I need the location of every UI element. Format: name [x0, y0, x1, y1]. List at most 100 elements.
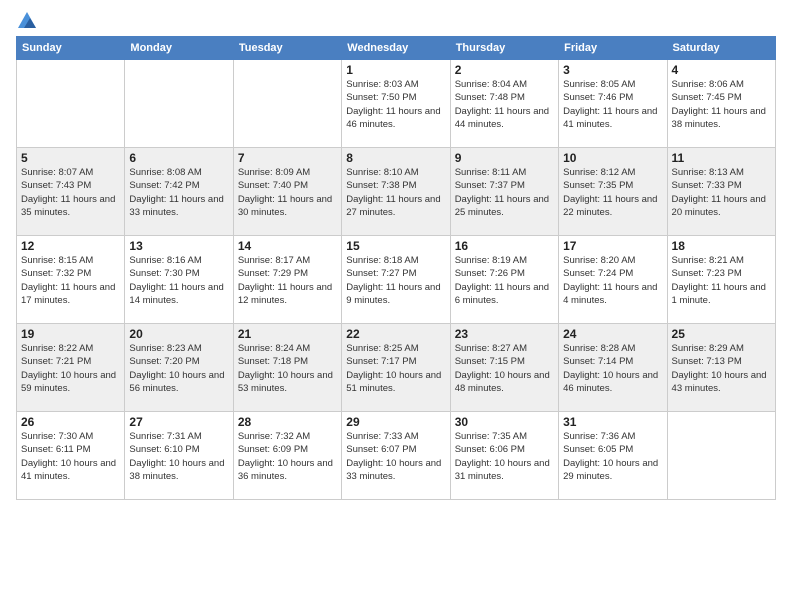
calendar-cell: 4Sunrise: 8:06 AM Sunset: 7:45 PM Daylig…: [667, 60, 775, 148]
day-number: 2: [455, 63, 554, 77]
day-number: 22: [346, 327, 445, 341]
day-number: 29: [346, 415, 445, 429]
day-number: 18: [672, 239, 771, 253]
logo-icon: [16, 10, 38, 32]
calendar-cell: 7Sunrise: 8:09 AM Sunset: 7:40 PM Daylig…: [233, 148, 341, 236]
day-number: 16: [455, 239, 554, 253]
calendar-week-1: 1Sunrise: 8:03 AM Sunset: 7:50 PM Daylig…: [17, 60, 776, 148]
calendar-cell: 2Sunrise: 8:04 AM Sunset: 7:48 PM Daylig…: [450, 60, 558, 148]
day-info: Sunrise: 7:33 AM Sunset: 6:07 PM Dayligh…: [346, 430, 445, 483]
calendar-cell: 12Sunrise: 8:15 AM Sunset: 7:32 PM Dayli…: [17, 236, 125, 324]
weekday-header-monday: Monday: [125, 37, 233, 60]
weekday-header-saturday: Saturday: [667, 37, 775, 60]
logo: [16, 10, 40, 32]
day-info: Sunrise: 8:09 AM Sunset: 7:40 PM Dayligh…: [238, 166, 337, 219]
calendar-cell: 29Sunrise: 7:33 AM Sunset: 6:07 PM Dayli…: [342, 412, 450, 500]
calendar-cell: 1Sunrise: 8:03 AM Sunset: 7:50 PM Daylig…: [342, 60, 450, 148]
day-info: Sunrise: 8:12 AM Sunset: 7:35 PM Dayligh…: [563, 166, 662, 219]
day-info: Sunrise: 7:32 AM Sunset: 6:09 PM Dayligh…: [238, 430, 337, 483]
weekday-header-tuesday: Tuesday: [233, 37, 341, 60]
calendar-cell: 25Sunrise: 8:29 AM Sunset: 7:13 PM Dayli…: [667, 324, 775, 412]
calendar-cell: 13Sunrise: 8:16 AM Sunset: 7:30 PM Dayli…: [125, 236, 233, 324]
day-number: 13: [129, 239, 228, 253]
calendar-cell: [233, 60, 341, 148]
calendar-cell: 30Sunrise: 7:35 AM Sunset: 6:06 PM Dayli…: [450, 412, 558, 500]
day-number: 23: [455, 327, 554, 341]
calendar-cell: 26Sunrise: 7:30 AM Sunset: 6:11 PM Dayli…: [17, 412, 125, 500]
day-info: Sunrise: 7:30 AM Sunset: 6:11 PM Dayligh…: [21, 430, 120, 483]
day-info: Sunrise: 8:22 AM Sunset: 7:21 PM Dayligh…: [21, 342, 120, 395]
day-info: Sunrise: 8:29 AM Sunset: 7:13 PM Dayligh…: [672, 342, 771, 395]
day-info: Sunrise: 8:10 AM Sunset: 7:38 PM Dayligh…: [346, 166, 445, 219]
day-info: Sunrise: 8:27 AM Sunset: 7:15 PM Dayligh…: [455, 342, 554, 395]
day-number: 4: [672, 63, 771, 77]
calendar-cell: 20Sunrise: 8:23 AM Sunset: 7:20 PM Dayli…: [125, 324, 233, 412]
day-number: 7: [238, 151, 337, 165]
calendar-cell: 27Sunrise: 7:31 AM Sunset: 6:10 PM Dayli…: [125, 412, 233, 500]
calendar-cell: 21Sunrise: 8:24 AM Sunset: 7:18 PM Dayli…: [233, 324, 341, 412]
calendar-cell: 5Sunrise: 8:07 AM Sunset: 7:43 PM Daylig…: [17, 148, 125, 236]
day-info: Sunrise: 8:21 AM Sunset: 7:23 PM Dayligh…: [672, 254, 771, 307]
day-number: 25: [672, 327, 771, 341]
calendar-cell: 18Sunrise: 8:21 AM Sunset: 7:23 PM Dayli…: [667, 236, 775, 324]
day-info: Sunrise: 8:18 AM Sunset: 7:27 PM Dayligh…: [346, 254, 445, 307]
day-number: 9: [455, 151, 554, 165]
day-number: 15: [346, 239, 445, 253]
day-info: Sunrise: 7:35 AM Sunset: 6:06 PM Dayligh…: [455, 430, 554, 483]
header: [16, 10, 776, 32]
day-number: 19: [21, 327, 120, 341]
calendar-cell: 6Sunrise: 8:08 AM Sunset: 7:42 PM Daylig…: [125, 148, 233, 236]
calendar-cell: 15Sunrise: 8:18 AM Sunset: 7:27 PM Dayli…: [342, 236, 450, 324]
day-info: Sunrise: 8:20 AM Sunset: 7:24 PM Dayligh…: [563, 254, 662, 307]
weekday-header-sunday: Sunday: [17, 37, 125, 60]
day-number: 20: [129, 327, 228, 341]
day-info: Sunrise: 8:15 AM Sunset: 7:32 PM Dayligh…: [21, 254, 120, 307]
calendar-cell: 14Sunrise: 8:17 AM Sunset: 7:29 PM Dayli…: [233, 236, 341, 324]
day-info: Sunrise: 8:11 AM Sunset: 7:37 PM Dayligh…: [455, 166, 554, 219]
day-info: Sunrise: 8:03 AM Sunset: 7:50 PM Dayligh…: [346, 78, 445, 131]
day-number: 21: [238, 327, 337, 341]
calendar-cell: 10Sunrise: 8:12 AM Sunset: 7:35 PM Dayli…: [559, 148, 667, 236]
calendar-cell: 23Sunrise: 8:27 AM Sunset: 7:15 PM Dayli…: [450, 324, 558, 412]
calendar-cell: 19Sunrise: 8:22 AM Sunset: 7:21 PM Dayli…: [17, 324, 125, 412]
day-info: Sunrise: 8:06 AM Sunset: 7:45 PM Dayligh…: [672, 78, 771, 131]
day-info: Sunrise: 8:23 AM Sunset: 7:20 PM Dayligh…: [129, 342, 228, 395]
day-number: 27: [129, 415, 228, 429]
day-info: Sunrise: 8:17 AM Sunset: 7:29 PM Dayligh…: [238, 254, 337, 307]
day-number: 5: [21, 151, 120, 165]
page: SundayMondayTuesdayWednesdayThursdayFrid…: [0, 0, 792, 612]
calendar-cell: 8Sunrise: 8:10 AM Sunset: 7:38 PM Daylig…: [342, 148, 450, 236]
day-number: 26: [21, 415, 120, 429]
day-number: 6: [129, 151, 228, 165]
day-number: 1: [346, 63, 445, 77]
day-info: Sunrise: 8:16 AM Sunset: 7:30 PM Dayligh…: [129, 254, 228, 307]
weekday-header-wednesday: Wednesday: [342, 37, 450, 60]
calendar-week-3: 12Sunrise: 8:15 AM Sunset: 7:32 PM Dayli…: [17, 236, 776, 324]
day-info: Sunrise: 8:13 AM Sunset: 7:33 PM Dayligh…: [672, 166, 771, 219]
day-number: 24: [563, 327, 662, 341]
calendar-cell: 11Sunrise: 8:13 AM Sunset: 7:33 PM Dayli…: [667, 148, 775, 236]
day-info: Sunrise: 8:05 AM Sunset: 7:46 PM Dayligh…: [563, 78, 662, 131]
weekday-header-row: SundayMondayTuesdayWednesdayThursdayFrid…: [17, 37, 776, 60]
weekday-header-thursday: Thursday: [450, 37, 558, 60]
calendar-cell: 9Sunrise: 8:11 AM Sunset: 7:37 PM Daylig…: [450, 148, 558, 236]
day-info: Sunrise: 8:24 AM Sunset: 7:18 PM Dayligh…: [238, 342, 337, 395]
calendar-cell: [667, 412, 775, 500]
calendar-cell: 22Sunrise: 8:25 AM Sunset: 7:17 PM Dayli…: [342, 324, 450, 412]
calendar-week-5: 26Sunrise: 7:30 AM Sunset: 6:11 PM Dayli…: [17, 412, 776, 500]
day-info: Sunrise: 7:31 AM Sunset: 6:10 PM Dayligh…: [129, 430, 228, 483]
day-number: 17: [563, 239, 662, 253]
day-number: 12: [21, 239, 120, 253]
day-number: 8: [346, 151, 445, 165]
day-number: 14: [238, 239, 337, 253]
calendar-cell: 3Sunrise: 8:05 AM Sunset: 7:46 PM Daylig…: [559, 60, 667, 148]
calendar-cell: 17Sunrise: 8:20 AM Sunset: 7:24 PM Dayli…: [559, 236, 667, 324]
calendar-cell: 28Sunrise: 7:32 AM Sunset: 6:09 PM Dayli…: [233, 412, 341, 500]
calendar-cell: 31Sunrise: 7:36 AM Sunset: 6:05 PM Dayli…: [559, 412, 667, 500]
day-info: Sunrise: 8:25 AM Sunset: 7:17 PM Dayligh…: [346, 342, 445, 395]
calendar-cell: 24Sunrise: 8:28 AM Sunset: 7:14 PM Dayli…: [559, 324, 667, 412]
calendar-table: SundayMondayTuesdayWednesdayThursdayFrid…: [16, 36, 776, 500]
calendar-cell: [125, 60, 233, 148]
day-info: Sunrise: 8:07 AM Sunset: 7:43 PM Dayligh…: [21, 166, 120, 219]
day-info: Sunrise: 8:04 AM Sunset: 7:48 PM Dayligh…: [455, 78, 554, 131]
